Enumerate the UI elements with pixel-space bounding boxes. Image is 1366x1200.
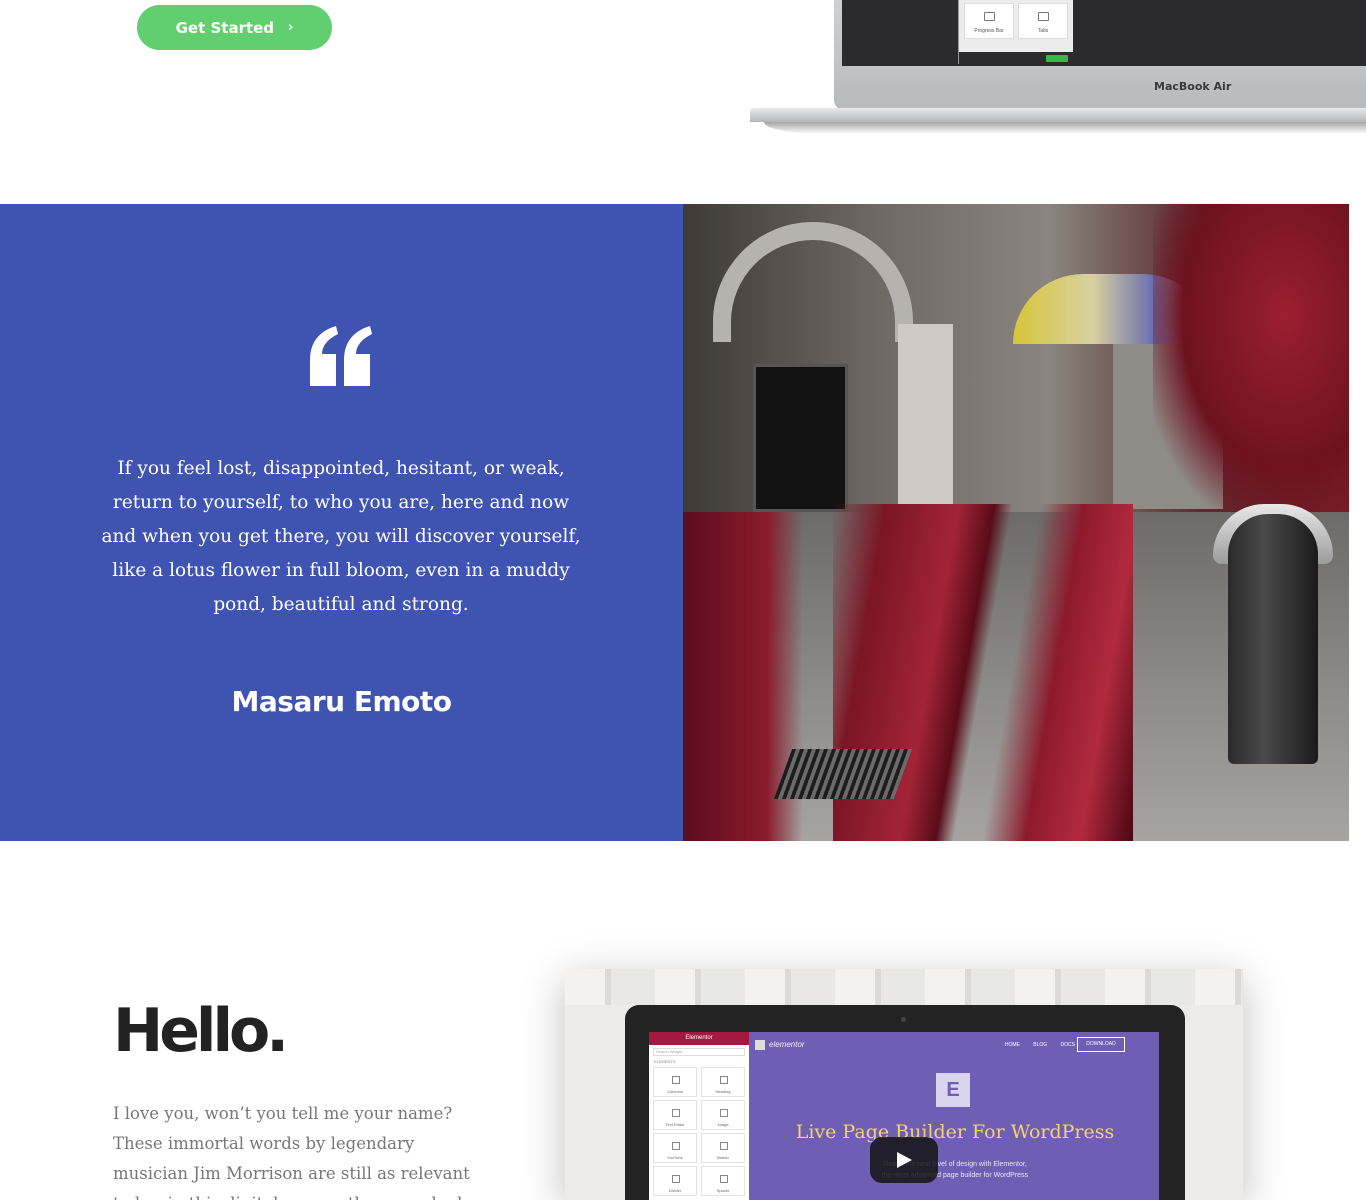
download-button: DOWNLOAD bbox=[1077, 1037, 1125, 1052]
testimonial-section: If you feel lost, disappointed, hesitant… bbox=[0, 204, 683, 841]
fire-hydrant bbox=[1228, 514, 1318, 764]
intro-body: I love you, won’t you tell me your name?… bbox=[113, 1104, 483, 1200]
video-player[interactable]: Elementor Search Widget... ELEMENTS Colu… bbox=[565, 969, 1243, 1200]
building-door bbox=[753, 364, 848, 512]
widget-label: Text Editor bbox=[665, 1122, 685, 1127]
video-subline-1: Reach the next level of design with Elem… bbox=[883, 1161, 1027, 1168]
widget-divider: Divider bbox=[653, 1166, 697, 1196]
text-editor-icon bbox=[672, 1109, 680, 1117]
spacer-icon bbox=[720, 1175, 728, 1183]
editor-footer bbox=[959, 52, 1074, 64]
elementor-logo-icon bbox=[755, 1040, 765, 1050]
widget-heading: Heading bbox=[701, 1067, 745, 1097]
red-fabric bbox=[1153, 204, 1349, 514]
quote-left-icon bbox=[310, 326, 372, 386]
widget-label: Heading bbox=[715, 1089, 731, 1094]
play-icon[interactable] bbox=[870, 1137, 938, 1183]
laptop-screen: Progress Bar Tabs bbox=[842, 0, 1366, 66]
elements-label: ELEMENTS bbox=[654, 1059, 676, 1064]
testimonial-author: Masaru Emoto bbox=[231, 685, 452, 718]
video-subline: Reach the next level of design with Elem… bbox=[755, 1159, 1155, 1181]
heading-icon bbox=[720, 1076, 728, 1084]
site-logo-text: elementor bbox=[769, 1040, 805, 1049]
widget-label: Image bbox=[717, 1122, 729, 1127]
widget-spacer: Spacer bbox=[701, 1166, 745, 1196]
street-video-background bbox=[683, 204, 1349, 841]
progress-bar-widget: Progress Bar bbox=[964, 3, 1014, 39]
nav-docs: DOCS bbox=[1060, 1042, 1075, 1048]
editor-sidebar: Elementor Search Widget... ELEMENTS Colu… bbox=[649, 1032, 749, 1200]
button-icon bbox=[720, 1142, 728, 1150]
widget-label: YouTube bbox=[667, 1155, 683, 1160]
widget-button: Button bbox=[701, 1133, 745, 1163]
nav-blog: BLOG bbox=[1033, 1042, 1048, 1048]
nav-links: HOME BLOG DOCS bbox=[1005, 1042, 1075, 1048]
laptop-base bbox=[750, 108, 1366, 122]
get-started-label: Get Started bbox=[175, 18, 275, 37]
progress-bar-label: Progress Bar bbox=[974, 28, 1004, 34]
elementor-badge-icon: E bbox=[936, 1073, 970, 1107]
laptop-shadow bbox=[764, 122, 1366, 134]
window-background bbox=[565, 969, 1243, 1005]
widget-label: Button bbox=[717, 1155, 729, 1160]
widget-columns: Columns bbox=[653, 1067, 697, 1097]
tabs-icon bbox=[1038, 12, 1049, 21]
get-started-button[interactable]: Get Started › bbox=[137, 5, 332, 50]
image-icon bbox=[720, 1109, 728, 1117]
video-subline-2: the most advanced page builder for WordP… bbox=[881, 1172, 1029, 1179]
widget-image: Image bbox=[701, 1100, 745, 1130]
widget-label: Columns bbox=[667, 1089, 683, 1094]
editor-panel: Progress Bar Tabs bbox=[958, 0, 1074, 64]
tabs-widget: Tabs bbox=[1018, 3, 1068, 39]
columns-icon bbox=[672, 1076, 680, 1084]
chevron-right-icon: › bbox=[288, 20, 294, 35]
nav-home: HOME bbox=[1004, 1042, 1020, 1048]
tabs-label: Tabs bbox=[1037, 28, 1049, 34]
laptop-mockup: Progress Bar Tabs MacBook Air bbox=[750, 0, 1366, 140]
widget-search: Search Widget... bbox=[653, 1048, 745, 1056]
sidebar-title: Elementor bbox=[649, 1032, 749, 1045]
divider-icon bbox=[672, 1175, 680, 1183]
sidewalk-grate bbox=[773, 749, 913, 799]
laptop-brand: MacBook Air bbox=[1154, 80, 1232, 93]
progress-bar-icon bbox=[984, 12, 995, 21]
site-nav: elementor HOME BLOG DOCS DOWNLOAD bbox=[755, 1037, 1155, 1057]
widget-text-editor: Text Editor bbox=[653, 1100, 697, 1130]
widget-youtube: YouTube bbox=[653, 1133, 697, 1163]
hero-section: Get Started › Progress Bar Tabs MacBook … bbox=[0, 0, 1366, 204]
save-button bbox=[1046, 55, 1068, 62]
building-pillar bbox=[898, 324, 953, 512]
testimonial-text: If you feel lost, disappointed, hesitant… bbox=[101, 458, 581, 615]
video-headline: Live Page Builder For WordPress bbox=[795, 1121, 1115, 1143]
widget-label: Divider bbox=[668, 1188, 682, 1193]
widget-label: Spacer bbox=[716, 1188, 730, 1193]
youtube-icon bbox=[672, 1142, 680, 1150]
monitor-camera bbox=[901, 1017, 906, 1022]
intro-title: Hello. bbox=[113, 996, 289, 1066]
